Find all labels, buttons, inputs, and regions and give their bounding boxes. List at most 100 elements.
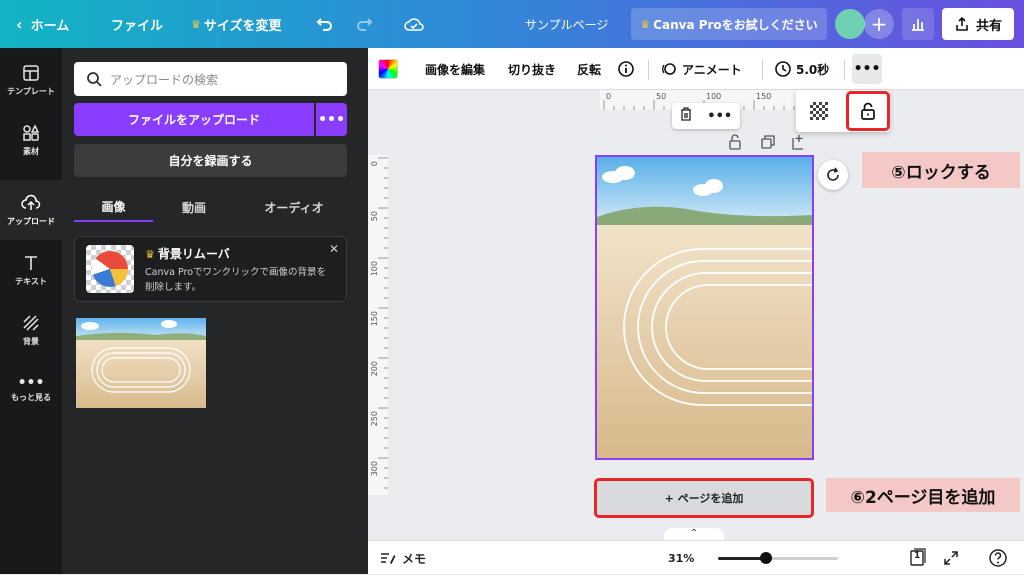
ruler-tick-label: 150: [370, 311, 379, 326]
flip-button[interactable]: 反転: [577, 48, 601, 90]
edit-image-button[interactable]: 画像を編集: [425, 48, 485, 90]
lock-page-icon[interactable]: [729, 134, 741, 150]
rail-label-more: もっと見る: [11, 392, 51, 402]
share-upload-icon: [956, 16, 968, 31]
lock-step-label: ⑤ロックする: [891, 162, 991, 183]
rail-label-background: 背景: [23, 336, 39, 346]
promo-title: ♛ 背景リムーバ: [145, 245, 230, 262]
more-options-button[interactable]: •••: [852, 54, 882, 84]
ruler-tick-label: 200: [370, 361, 379, 376]
ruler-tick-label: 100: [370, 261, 379, 276]
canva-pro-trial-button[interactable]: ♛ Canva Proをお試しください: [631, 8, 827, 40]
bar-chart-icon: [912, 19, 924, 31]
rail-item-elements[interactable]: 素材: [0, 110, 62, 170]
rail-item-background[interactable]: 背景: [0, 300, 62, 360]
chevron-left-icon: ‹: [16, 14, 23, 34]
flip-label: 反転: [577, 62, 602, 77]
crop-button[interactable]: 切り抜き: [508, 48, 556, 90]
color-palette-icon: [378, 59, 398, 79]
crown-icon: ♛: [191, 17, 201, 31]
tab-audio-label: オーディオ: [264, 200, 324, 215]
track-image: [76, 318, 206, 408]
tab-videos[interactable]: 動画: [154, 192, 234, 222]
animate-icon: [662, 63, 676, 75]
track-image: [597, 157, 812, 458]
ruler-tick-label: 150: [756, 92, 771, 101]
close-icon[interactable]: ✕: [329, 242, 339, 256]
zoom-slider[interactable]: [718, 552, 838, 564]
zoom-label: 31%: [668, 551, 695, 565]
chevron-up-icon: ⌃: [689, 528, 699, 539]
media-tabs: 画像 動画 オーディオ: [74, 192, 347, 222]
search-placeholder: アップロードの検索: [110, 72, 219, 87]
info-button[interactable]: [617, 48, 635, 90]
add-page-button[interactable]: + ページを追加: [594, 478, 814, 518]
page-count-button[interactable]: 1: [908, 541, 928, 575]
resize-label: サイズを変更: [203, 18, 282, 34]
side-rail: テンプレート 素材 アップロード テキスト 背景 ••• もっと見る: [0, 48, 62, 574]
trash-button[interactable]: [680, 107, 692, 125]
resize-button[interactable]: ♛ サイズを変更: [191, 0, 282, 48]
duplicate-page-icon[interactable]: [761, 135, 775, 149]
text-icon: [25, 255, 37, 270]
design-title[interactable]: サンプルページ: [525, 0, 608, 48]
fullscreen-button[interactable]: [943, 541, 959, 575]
zoom-slider-knob[interactable]: [760, 552, 772, 564]
uploaded-image-thumbnail[interactable]: [76, 318, 206, 408]
uploads-panel: アップロードの検索 ファイルをアップロード ••• 自分を録画する 画像 動画 …: [62, 48, 368, 574]
ruler-tick-label: 300: [370, 461, 379, 476]
search-icon: [87, 72, 102, 87]
invite-plus-button[interactable]: +: [864, 9, 894, 39]
avatar[interactable]: [835, 9, 865, 39]
lock-button[interactable]: [846, 91, 890, 131]
trash-icon: [680, 107, 691, 121]
more-dots-icon[interactable]: •••: [707, 109, 732, 124]
rotate-icon: [827, 167, 839, 181]
transparency-icon[interactable]: [810, 102, 828, 120]
add-page-icon[interactable]: [792, 135, 803, 150]
promo-title-text: 背景リムーバ: [157, 247, 230, 261]
search-input[interactable]: アップロードの検索: [74, 62, 347, 96]
upload-files-button[interactable]: ファイルをアップロード: [74, 103, 314, 136]
rail-label-text: テキスト: [15, 276, 47, 286]
rotate-button[interactable]: [818, 160, 848, 190]
bottom-bar: メモ 31% 1: [368, 540, 1024, 574]
ruler-tick-label: 100: [706, 92, 721, 101]
rail-item-text[interactable]: テキスト: [0, 240, 62, 300]
more-dots-icon: •••: [853, 61, 881, 77]
color-picker-button[interactable]: [378, 48, 398, 90]
tab-images[interactable]: 画像: [74, 192, 153, 222]
zoom-percentage[interactable]: 31%: [668, 541, 694, 575]
rail-item-more[interactable]: ••• もっと見る: [0, 360, 62, 420]
duration-button[interactable]: 5.0秒: [774, 48, 829, 90]
add-page-step-callout: ⑥2ページ目を追加: [826, 478, 1020, 512]
animate-button[interactable]: アニメート: [660, 48, 742, 90]
file-menu-button[interactable]: ファイル: [111, 0, 163, 48]
undo-button[interactable]: [316, 0, 334, 48]
upload-more-options-button[interactable]: •••: [316, 103, 347, 136]
crop-label: 切り抜き: [508, 62, 557, 77]
rail-label-elements: 素材: [23, 146, 39, 156]
record-yourself-button[interactable]: 自分を録画する: [74, 144, 347, 177]
zoom-slider-fill: [718, 557, 766, 560]
redo-button[interactable]: [355, 0, 373, 48]
animate-label: アニメート: [682, 62, 742, 77]
insights-button[interactable]: [902, 8, 934, 40]
home-button[interactable]: ‹ ホーム: [16, 0, 69, 48]
promo-thumbnail: [86, 245, 134, 293]
ruler-tick-label: 0: [606, 92, 611, 101]
notes-button[interactable]: メモ: [380, 541, 426, 575]
background-remover-promo[interactable]: ♛ 背景リムーバ Canva Proでワンクリックで画像の背景を削除します。 ✕: [74, 236, 347, 302]
cloud-save-status[interactable]: [403, 0, 425, 48]
share-button[interactable]: 共有: [942, 8, 1014, 40]
crown-icon: ♛: [145, 248, 155, 261]
notes-icon: [381, 553, 396, 564]
undo-icon: [316, 18, 332, 31]
context-toolbar: 画像を編集 切り抜き 反転 アニメート 5.0秒 •••: [368, 48, 1024, 90]
help-button[interactable]: [988, 541, 1008, 575]
toolbar-divider: [648, 60, 649, 80]
design-page[interactable]: [595, 155, 814, 460]
rail-item-uploads[interactable]: アップロード: [0, 180, 62, 240]
tab-audio[interactable]: オーディオ: [244, 192, 344, 222]
rail-item-templates[interactable]: テンプレート: [0, 50, 62, 110]
